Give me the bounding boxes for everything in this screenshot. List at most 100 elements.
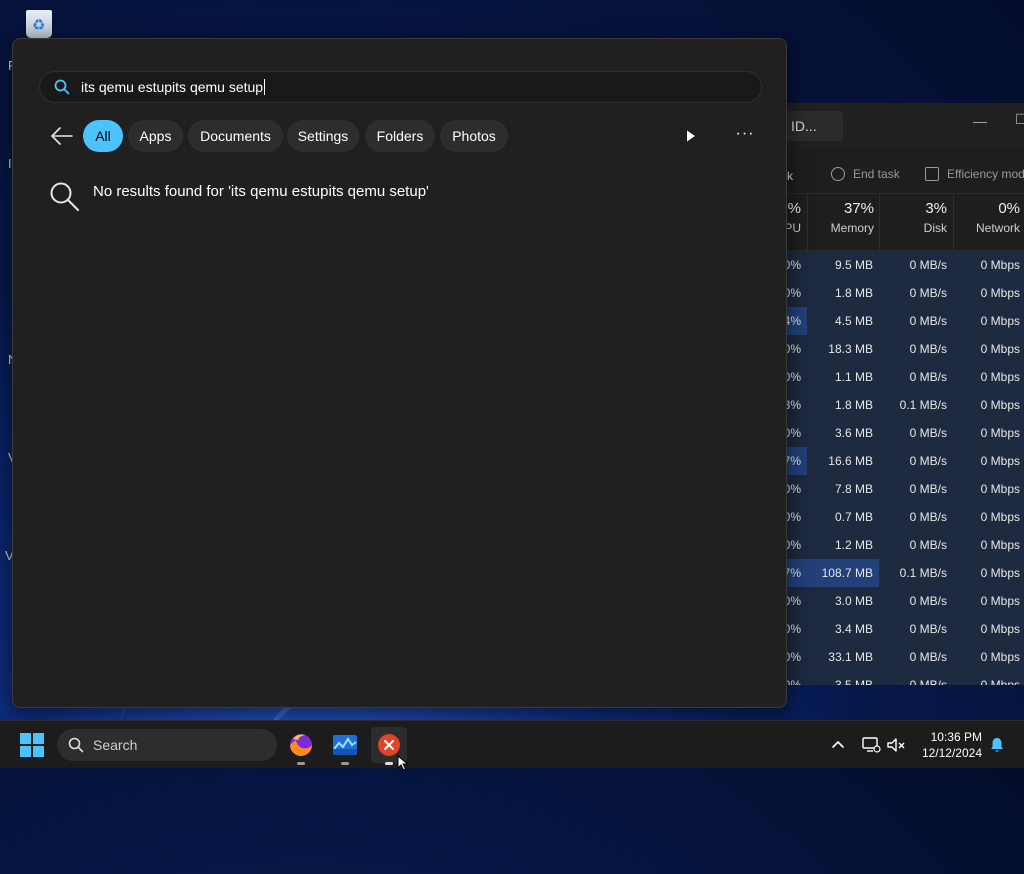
cell-memory: 4.5 MB: [834, 314, 873, 328]
cell-disk: 0 MB/s: [909, 426, 947, 440]
cell-disk: 0 MB/s: [909, 258, 947, 272]
leaf-icon: [925, 167, 939, 181]
cell-network: 0 Mbps: [980, 342, 1020, 356]
cell-disk: 0 MB/s: [909, 594, 947, 608]
filter-documents[interactable]: Documents: [188, 120, 283, 152]
filter-photos[interactable]: Photos: [440, 120, 508, 152]
process-row[interactable]: 0% 3.5 MB 0 MB/s 0 Mbps: [761, 671, 1024, 685]
process-row[interactable]: 0% 18.3 MB 0 MB/s 0 Mbps: [761, 335, 1024, 363]
clock-date: 12/12/2024: [921, 746, 982, 760]
volume-muted-icon[interactable]: [886, 736, 906, 754]
process-row[interactable]: 0% 3.0 MB 0 MB/s 0 Mbps: [761, 587, 1024, 615]
search-icon: [68, 737, 84, 753]
task-manager-toolbar: sk End task Efficiency mod: [761, 147, 1024, 194]
minimize-icon[interactable]: —: [973, 113, 987, 129]
cell-network: 0 Mbps: [980, 370, 1020, 384]
cell-disk: 0 MB/s: [909, 510, 947, 524]
firefox-taskbar-button[interactable]: [283, 727, 319, 765]
cell-memory: 1.8 MB: [834, 286, 873, 300]
process-row[interactable]: 3% 1.8 MB 0.1 MB/s 0 Mbps: [761, 391, 1024, 419]
column-header-network[interactable]: 0% Network: [953, 200, 1020, 235]
clock-time: 10:36 PM: [930, 730, 982, 744]
cell-network: 0 Mbps: [980, 594, 1020, 608]
cell-memory: 18.3 MB: [828, 342, 873, 356]
cell-disk: 0 MB/s: [909, 678, 947, 685]
cell-memory: 7.8 MB: [834, 482, 873, 496]
process-row[interactable]: 0% 1.8 MB 0 MB/s 0 Mbps: [761, 279, 1024, 307]
scroll-filters-play-icon[interactable]: [681, 127, 699, 145]
maximize-icon[interactable]: ☐: [1015, 111, 1024, 128]
cell-network: 0 Mbps: [980, 454, 1020, 468]
process-row[interactable]: 0% 3.4 MB 0 MB/s 0 Mbps: [761, 615, 1024, 643]
cell-disk: 0 MB/s: [909, 650, 947, 664]
task-manager-column-headers: % PU 37% Memory 3% Disk 0% Network: [761, 194, 1024, 251]
back-arrow-icon[interactable]: [49, 125, 75, 147]
cell-memory: 1.2 MB: [834, 538, 873, 552]
process-row[interactable]: 0% 7.8 MB 0 MB/s 0 Mbps: [761, 475, 1024, 503]
column-header-disk[interactable]: 3% Disk: [879, 200, 947, 235]
process-row[interactable]: 0% 33.1 MB 0 MB/s 0 Mbps: [761, 643, 1024, 671]
cell-memory: 16.6 MB: [828, 454, 873, 468]
process-row[interactable]: 0% 1.2 MB 0 MB/s 0 Mbps: [761, 531, 1024, 559]
cell-memory: 33.1 MB: [828, 650, 873, 664]
task-manager-taskbar-button[interactable]: [327, 727, 363, 765]
process-row[interactable]: 0% 1.1 MB 0 MB/s 0 Mbps: [761, 363, 1024, 391]
cell-memory: 9.5 MB: [834, 258, 873, 272]
cell-disk: 0 MB/s: [909, 342, 947, 356]
process-row[interactable]: 0% 3.6 MB 0 MB/s 0 Mbps: [761, 419, 1024, 447]
firefox-icon: [290, 734, 312, 756]
memory-percent: 37%: [843, 200, 874, 217]
recycle-bin-icon[interactable]: ♻: [22, 6, 56, 40]
task-manager-window: ID... — ☐ sk End task Efficiency mod % P…: [760, 103, 1024, 685]
more-options-button[interactable]: ···: [733, 126, 757, 145]
network-icon[interactable]: [861, 736, 881, 754]
notification-bell-icon[interactable]: [988, 736, 1006, 754]
process-row[interactable]: 4% 4.5 MB 0 MB/s 0 Mbps: [761, 307, 1024, 335]
filter-folders[interactable]: Folders: [365, 120, 435, 152]
cell-network: 0 Mbps: [980, 314, 1020, 328]
processes-tab[interactable]: ID...: [783, 111, 843, 141]
cell-memory: 3.5 MB: [834, 678, 873, 685]
end-task-icon: [831, 167, 845, 181]
cell-disk: 0 MB/s: [909, 286, 947, 300]
network-label: Network: [975, 221, 1020, 235]
cell-network: 0 Mbps: [980, 650, 1020, 664]
cell-disk: 0 MB/s: [909, 482, 947, 496]
chevron-up-icon[interactable]: [830, 737, 846, 751]
search-input[interactable]: its qemu estupits qemu setup: [39, 71, 762, 103]
process-row[interactable]: 0% 0.7 MB 0 MB/s 0 Mbps: [761, 503, 1024, 531]
process-row[interactable]: 7% 16.6 MB 0 MB/s 0 Mbps: [761, 447, 1024, 475]
filter-apps[interactable]: Apps: [128, 120, 183, 152]
taskbar: Search 10:36 PM 12/12/2024: [0, 720, 1024, 771]
cell-disk: 0 MB/s: [909, 538, 947, 552]
taskbar-search-label: Search: [93, 737, 138, 753]
windows-start-icon[interactable]: [20, 733, 44, 757]
process-row[interactable]: 7% 108.7 MB 0.1 MB/s 0 Mbps: [761, 559, 1024, 587]
filter-all[interactable]: All: [83, 120, 123, 152]
cell-network: 0 Mbps: [980, 258, 1020, 272]
filter-settings[interactable]: Settings: [287, 120, 359, 152]
cell-memory: 0.7 MB: [834, 510, 873, 524]
task-manager-icon: [333, 735, 357, 755]
process-list: 0% 9.5 MB 0 MB/s 0 Mbps 0% 1.8 MB 0 MB/s 0 Mbps…: [761, 251, 1024, 685]
mouse-cursor-icon: [397, 755, 409, 771]
cell-network: 0 Mbps: [980, 482, 1020, 496]
cell-memory: 1.8 MB: [834, 398, 873, 412]
search-flyout: its qemu estupits qemu setup All Apps Do…: [12, 38, 787, 708]
cell-disk: 0 MB/s: [909, 370, 947, 384]
column-header-memory[interactable]: 37% Memory: [807, 200, 874, 235]
end-task-button[interactable]: End task: [831, 167, 900, 181]
memory-label: Memory: [830, 221, 874, 235]
cell-network: 0 Mbps: [980, 678, 1020, 685]
process-row[interactable]: 0% 9.5 MB 0 MB/s 0 Mbps: [761, 251, 1024, 279]
text-caret: [264, 79, 266, 95]
cell-memory: 3.6 MB: [834, 426, 873, 440]
efficiency-mode-button[interactable]: Efficiency mod: [925, 167, 1024, 181]
taskbar-search-box[interactable]: Search: [57, 729, 277, 761]
cell-memory: 3.0 MB: [834, 594, 873, 608]
cell-network: 0 Mbps: [980, 426, 1020, 440]
no-results-search-icon: [50, 182, 79, 211]
system-clock[interactable]: 10:36 PM 12/12/2024: [912, 729, 982, 761]
cell-disk: 0 MB/s: [909, 314, 947, 328]
disk-percent: 3%: [925, 200, 947, 217]
